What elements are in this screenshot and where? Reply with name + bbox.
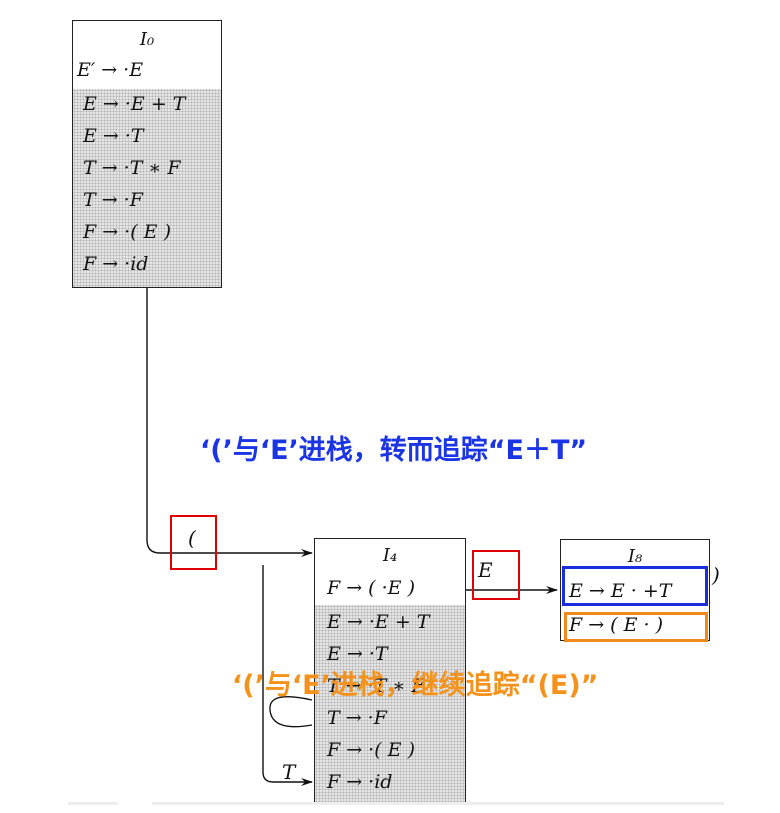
state-i4-item: F → ·( E )	[327, 739, 415, 761]
state-i0-item: E′ → ·E	[77, 59, 144, 81]
state-i0-item: E → ·E + T	[83, 93, 186, 115]
state-i0-item: T → ·T ∗ F	[83, 157, 181, 179]
paren-symbol: (	[188, 526, 196, 550]
state-i8-trailing-paren: )	[712, 563, 720, 587]
footer-strip	[68, 802, 118, 805]
state-i0: I₀ E′ → ·E E → ·E + T E → ·T T → ·T ∗ F …	[72, 20, 222, 288]
highlight-orange-item	[564, 612, 708, 642]
e-symbol: E	[478, 558, 493, 582]
state-i0-item: F → ·( E )	[83, 221, 171, 243]
state-i4-item: F → ( ·E )	[327, 577, 415, 599]
state-i4-item: T → ·F	[327, 707, 387, 729]
state-i4-item: E → ·T	[327, 643, 388, 665]
state-i8-title: I₈	[627, 546, 643, 567]
state-i0-item: E → ·T	[83, 125, 144, 147]
state-i4-title: I₄	[382, 545, 398, 566]
annotation-blue: ‘(’与‘E’进栈，转而追踪“E＋T”	[200, 435, 588, 466]
t-symbol: T	[282, 760, 296, 784]
annotation-orange: ‘(’与‘E’进栈，继续追踪“(E)”	[232, 670, 599, 701]
state-i4-item: E → ·E + T	[327, 611, 430, 633]
edge-i0-to-i4	[146, 287, 313, 557]
state-i4-item: F → ·id	[327, 771, 393, 793]
state-i0-item: T → ·F	[83, 189, 143, 211]
state-i0-title: I₀	[139, 29, 155, 50]
footer-strip	[152, 802, 724, 805]
state-i0-item: F → ·id	[83, 253, 149, 275]
highlight-blue-item	[562, 566, 708, 606]
